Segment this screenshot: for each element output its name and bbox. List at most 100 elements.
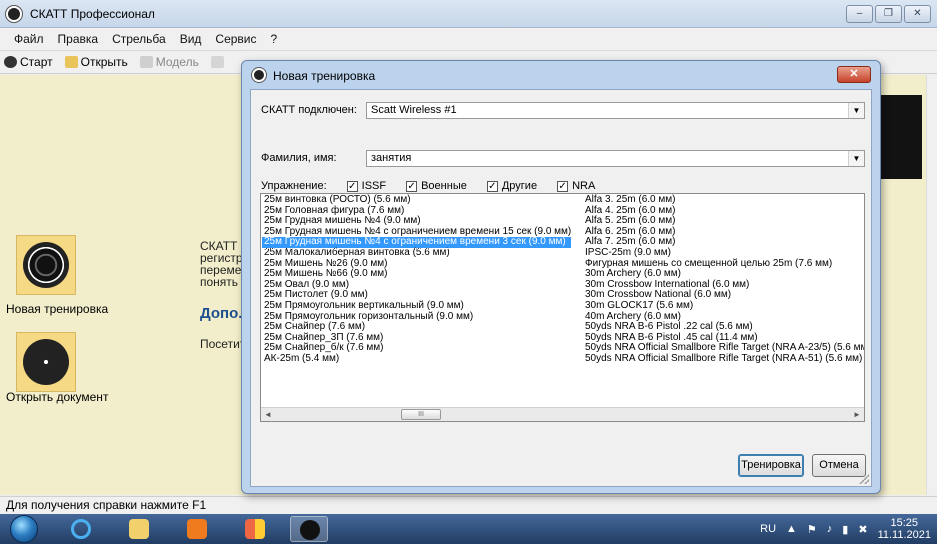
exercise-list-column-2: Alfa 3. 25m (6.0 мм) Alfa 4. 25m (6.0 мм)… [583, 194, 864, 365]
horizontal-scrollbar[interactable]: ◄ III ► [261, 407, 864, 421]
tray-arrow-icon[interactable]: ▲ [786, 523, 797, 535]
dialog-title: Новая тренировка [273, 69, 376, 83]
banner-image [878, 95, 922, 179]
open-document-tile[interactable] [16, 332, 76, 392]
start-icon [4, 56, 17, 68]
dialog-close-button[interactable]: ✕ [837, 66, 871, 83]
media-player-icon [187, 519, 207, 539]
scroll-right-icon[interactable]: ► [850, 408, 864, 421]
folder-icon [129, 519, 149, 539]
list-item[interactable]: 25м винтовка (РОСТО) (5.6 мм) [262, 194, 571, 206]
chevron-down-icon[interactable]: ▼ [848, 103, 864, 118]
checkbox-check-icon: ✓ [557, 180, 569, 192]
list-item[interactable]: IPSC-25m (9.0 мм) [583, 247, 864, 259]
close-window-button[interactable]: ✕ [904, 5, 931, 23]
dialog-body: СКАТТ подключен: Scatt Wireless #1 ▼ Фам… [250, 89, 872, 487]
list-item[interactable]: 50yds NRA Official Smallbore Rifle Targe… [583, 353, 864, 365]
volume-icon[interactable]: ♪ [827, 523, 833, 535]
scroll-left-icon[interactable]: ◄ [261, 408, 275, 421]
name-value: занятия [371, 152, 412, 164]
list-item[interactable]: АК-25m (5.4 мм) [262, 353, 571, 365]
scatt-logo-icon [6, 6, 22, 22]
language-indicator[interactable]: RU [760, 523, 776, 535]
window-controls: – ❐ ✕ [846, 5, 931, 23]
model-label: Модель [155, 55, 199, 69]
menu-edit[interactable]: Правка [58, 32, 99, 46]
dialog-scatt-icon [252, 68, 266, 82]
list-item[interactable]: Alfa 3. 25m (6.0 мм) [583, 194, 864, 206]
taskbar-ie[interactable] [62, 516, 100, 542]
open-label: Открыть [80, 55, 128, 69]
filter-military-checkbox[interactable]: ✓ Военные [406, 180, 467, 192]
filter-nra-label: NRA [572, 180, 596, 192]
checkbox-check-icon: ✓ [346, 180, 358, 192]
taskbar-app[interactable] [236, 516, 274, 542]
name-select[interactable]: занятия ▼ [366, 150, 865, 167]
scatt-device-select[interactable]: Scatt Wireless #1 ▼ [366, 102, 865, 119]
model-button[interactable]: Модель [139, 55, 199, 69]
clock[interactable]: 15:25 11.11.2021 [878, 517, 931, 541]
resize-grip-icon[interactable] [859, 474, 869, 484]
target-holes-icon [23, 339, 69, 385]
warning-icon[interactable]: ✖ [858, 523, 867, 536]
exercise-label: Упражнение: [261, 180, 327, 192]
training-button[interactable]: Тренировка [738, 454, 804, 477]
filter-issf-label: ISSF [361, 180, 387, 192]
internet-explorer-icon [71, 519, 91, 539]
app-title: СКАТТ Профессионал [30, 7, 155, 21]
scroll-thumb[interactable]: III [401, 409, 441, 420]
minimize-button[interactable]: – [846, 5, 873, 23]
list-item[interactable]: 30m GLOCK17 (5.6 мм) [583, 300, 864, 312]
start-button[interactable]: Старт [4, 55, 53, 69]
target-icon [23, 242, 69, 288]
filter-nra-checkbox[interactable]: ✓ NRA [557, 180, 595, 192]
open-button[interactable]: Открыть [64, 55, 128, 69]
filter-military-label: Военные [421, 180, 467, 192]
scatt-device-value: Scatt Wireless #1 [371, 104, 457, 116]
taskbar-media[interactable] [178, 516, 216, 542]
new-training-label[interactable]: Новая тренировка [6, 302, 108, 316]
exercise-list[interactable]: 25м винтовка (РОСТО) (5.6 мм) 25м Головна… [260, 193, 865, 422]
welcome-line-4: понять [200, 275, 239, 289]
new-training-dialog: Новая тренировка ✕ СКАТТ подключен: Scat… [241, 60, 881, 494]
taskbar: RU ▲ ⚑ ♪ ▮ ✖ 15:25 11.11.2021 [0, 514, 937, 544]
list-item[interactable]: 25м Прямоугольник вертикальный (9.0 мм) [262, 300, 571, 312]
menu-help[interactable]: ? [271, 32, 278, 46]
windows-start-icon[interactable] [10, 515, 38, 543]
chevron-down-icon[interactable]: ▼ [848, 151, 864, 166]
menu-shooting[interactable]: Стрельба [112, 32, 166, 46]
filter-issf-checkbox[interactable]: ✓ ISSF [346, 180, 387, 192]
list-item[interactable]: 25м Малокалиберная винтовка (5.6 мм) [262, 247, 571, 259]
network-icon[interactable]: ▮ [842, 523, 848, 536]
exercise-list-column-1: 25м винтовка (РОСТО) (5.6 мм) 25м Головна… [261, 194, 573, 365]
paint-icon [245, 519, 265, 539]
model-icon [139, 56, 153, 68]
checkbox-check-icon: ✓ [486, 180, 498, 192]
menu-bar: Файл Правка Стрельба Вид Сервис ? [0, 28, 937, 50]
folder-open-icon [64, 56, 78, 68]
workspace-scrollbar[interactable] [926, 75, 937, 495]
start-label: Старт [20, 55, 53, 69]
open-document-label[interactable]: Открыть документ [6, 390, 108, 404]
taskbar-scatt[interactable] [290, 516, 328, 542]
welcome-more-heading: Допо. [200, 305, 243, 322]
scatt-icon [300, 520, 320, 540]
menu-service[interactable]: Сервис [215, 32, 256, 46]
filter-other-label: Другие [501, 180, 538, 192]
print-icon[interactable] [210, 56, 224, 68]
scatt-connected-label: СКАТТ подключен: [261, 104, 357, 116]
exercise-filter-row: Упражнение: ✓ ISSF ✓ Военные ✓ Другие ✓ NRA [261, 180, 595, 192]
cancel-button[interactable]: Отмена [812, 454, 866, 477]
welcome-visit[interactable]: Посетит [200, 338, 245, 351]
name-label: Фамилия, имя: [261, 152, 337, 164]
taskbar-explorer[interactable] [120, 516, 158, 542]
flag-icon[interactable]: ⚑ [807, 523, 817, 536]
filter-other-checkbox[interactable]: ✓ Другие [486, 180, 538, 192]
new-training-tile[interactable] [16, 235, 76, 295]
clock-date: 11.11.2021 [877, 529, 931, 541]
restore-button[interactable]: ❐ [875, 5, 902, 23]
checkbox-check-icon: ✓ [406, 180, 418, 192]
left-panel: Новая тренировка Открыть документ [6, 75, 116, 495]
menu-view[interactable]: Вид [180, 32, 202, 46]
menu-file[interactable]: Файл [14, 32, 44, 46]
